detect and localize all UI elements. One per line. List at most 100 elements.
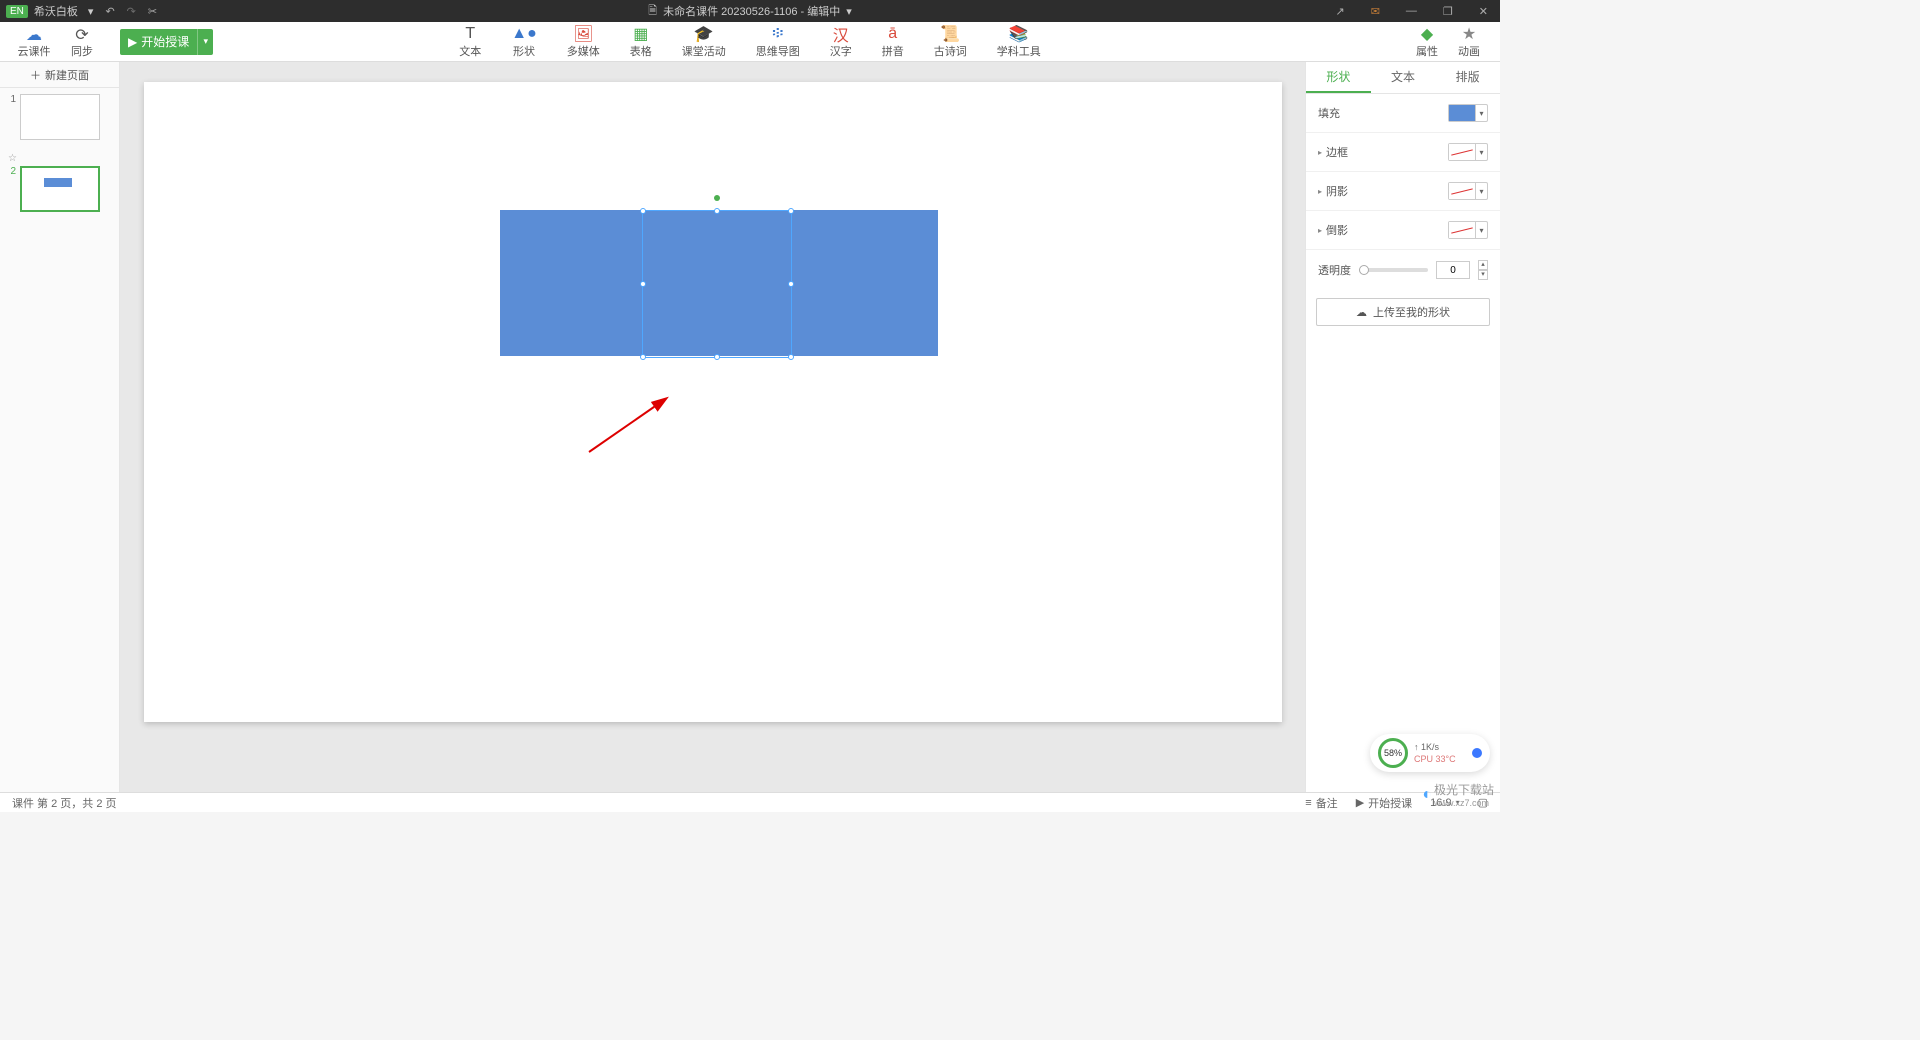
animation-icon: ★ [1462, 25, 1476, 43]
tool-activity[interactable]: 🎓课堂活动 [682, 25, 726, 59]
new-page-label: 新建页面 [45, 67, 89, 83]
resize-handle[interactable] [640, 281, 646, 287]
chevron-down-icon[interactable]: ▾ [1475, 183, 1487, 199]
border-label: 边框 [1326, 144, 1348, 160]
opacity-label: 透明度 [1318, 262, 1351, 278]
tool-subject[interactable]: 📚学科工具 [997, 25, 1041, 59]
sync-button[interactable]: ⟳ 同步 [58, 25, 106, 59]
slide-thumb-2[interactable]: 2 [6, 166, 113, 212]
document-icon: 🗎 [648, 2, 657, 21]
properties-panel: 形状 文本 排版 填充 ▾ ▸ 边框 ▾ ▸ 阴影 ▾ ▸倒影 ▾ 透明度 ▴▾ ☁… [1305, 62, 1500, 792]
upload-shape-button[interactable]: ☁ 上传至我的形状 [1316, 298, 1490, 326]
table-icon: ▦ [633, 25, 648, 43]
selection-box[interactable] [642, 210, 792, 358]
document-title: 未命名课件 20230526-1106 - 编辑中 [663, 3, 840, 19]
reflect-label: 倒影 [1326, 222, 1348, 238]
tool-text[interactable]: T文本 [459, 25, 481, 59]
resize-handle[interactable] [640, 354, 646, 360]
resize-handle[interactable] [788, 208, 794, 214]
app-dropdown[interactable]: ▾ [88, 5, 94, 18]
status-start-button[interactable]: ▶开始授课 [1356, 795, 1412, 811]
chevron-down-icon[interactable]: ▾ [1475, 105, 1487, 121]
multimedia-icon: 🖼 [573, 25, 593, 43]
slide-canvas[interactable] [144, 82, 1282, 722]
watermark-text: 极光下载站 [1434, 781, 1494, 798]
tab-layout[interactable]: 排版 [1435, 62, 1500, 93]
cloud-courseware-button[interactable]: ☁ 云课件 [10, 25, 58, 59]
annotation-arrow [584, 392, 684, 462]
animation-button[interactable]: ★动画 [1458, 25, 1480, 59]
page-info: 课件 第 2 页，共 2 页 [12, 795, 117, 811]
slide-number: 1 [6, 94, 16, 105]
cloud-icon: ☁ [26, 25, 42, 43]
resize-handle[interactable] [788, 354, 794, 360]
fill-row: 填充 ▾ [1306, 94, 1500, 133]
expand-icon: ▸ [1318, 187, 1322, 196]
redo-icon[interactable]: ↷ [127, 5, 136, 18]
tool-shape[interactable]: ▲●形状 [511, 25, 537, 59]
pinyin-icon: ā [888, 25, 897, 43]
slide-thumb-1[interactable]: 1 [6, 94, 113, 140]
opacity-stepper[interactable]: ▴▾ [1478, 260, 1488, 280]
mail-icon[interactable]: ✉ [1371, 5, 1380, 18]
new-page-button[interactable]: ＋ 新建页面 [0, 62, 119, 88]
watermark: ◐ 极光下载站 www.xz7.com [1422, 781, 1494, 808]
tool-hanzi[interactable]: 汉汉字 [830, 25, 852, 59]
fill-label: 填充 [1318, 105, 1340, 121]
perf-info: ↑ 1K/s CPU 33°C [1414, 741, 1456, 765]
app-badge: EN [6, 5, 28, 18]
shadow-row[interactable]: ▸ 阴影 ▾ [1306, 172, 1500, 211]
tool-multimedia[interactable]: 🖼多媒体 [567, 25, 600, 59]
resize-handle[interactable] [640, 208, 646, 214]
fill-swatch[interactable]: ▾ [1448, 104, 1488, 122]
expand-icon: ▸ [1318, 148, 1322, 157]
undo-icon[interactable]: ↶ [105, 5, 114, 18]
tool-table[interactable]: ▦表格 [630, 25, 652, 59]
play-icon: ▶ [1356, 796, 1364, 809]
close-icon[interactable]: ✕ [1479, 5, 1488, 18]
favorite-icon[interactable]: ☆ [8, 153, 17, 164]
tab-text[interactable]: 文本 [1371, 62, 1436, 93]
reflect-swatch[interactable]: ▾ [1448, 221, 1488, 239]
start-teach-dropdown[interactable]: ▾ [197, 29, 213, 55]
slide-preview [20, 94, 100, 140]
resize-handle[interactable] [788, 281, 794, 287]
shape-icon: ▲● [511, 25, 537, 43]
opacity-row: 透明度 ▴▾ [1306, 250, 1500, 290]
reflect-row[interactable]: ▸倒影 ▾ [1306, 211, 1500, 250]
chevron-down-icon[interactable]: ▾ [1475, 222, 1487, 238]
document-dropdown[interactable]: ▾ [846, 5, 852, 18]
tab-shape[interactable]: 形状 [1306, 62, 1371, 93]
properties-button[interactable]: ◆属性 [1416, 25, 1438, 59]
slider-knob[interactable] [1359, 265, 1369, 275]
plus-icon: ＋ [30, 67, 41, 83]
opacity-slider[interactable] [1359, 268, 1428, 272]
cut-icon[interactable]: ✂ [148, 5, 157, 18]
maximize-icon[interactable]: ❐ [1443, 5, 1453, 18]
border-swatch[interactable]: ▾ [1448, 143, 1488, 161]
cloud-upload-icon: ☁ [1356, 306, 1367, 319]
performance-widget[interactable]: 58% ↑ 1K/s CPU 33°C [1370, 734, 1490, 772]
minimize-icon[interactable]: — [1406, 5, 1417, 18]
tool-pinyin[interactable]: ā拼音 [882, 25, 904, 59]
opacity-input[interactable] [1436, 261, 1470, 279]
cpu-temp: CPU 33°C [1414, 753, 1456, 765]
tool-mindmap[interactable]: ፨思维导图 [756, 25, 800, 59]
shadow-swatch[interactable]: ▾ [1448, 182, 1488, 200]
properties-icon: ◆ [1421, 25, 1433, 43]
sync-label: 同步 [71, 43, 93, 59]
border-row[interactable]: ▸ 边框 ▾ [1306, 133, 1500, 172]
chevron-down-icon[interactable]: ▾ [1475, 144, 1487, 160]
resize-handle[interactable] [714, 208, 720, 214]
start-teach-button[interactable]: ▶ 开始授课 [120, 29, 197, 55]
notes-button[interactable]: ≡备注 [1305, 795, 1337, 811]
rotate-handle[interactable] [714, 195, 720, 201]
title-bar: EN 希沃白板 ▾ ↶ ↷ ✂ 🗎 未命名课件 20230526-1106 - … [0, 0, 1500, 22]
tool-poetry[interactable]: 📜古诗词 [934, 25, 967, 59]
mindmap-icon: ፨ [772, 25, 783, 43]
shadow-label: 阴影 [1326, 183, 1348, 199]
resize-handle[interactable] [714, 354, 720, 360]
share-icon[interactable]: ↗ [1335, 5, 1344, 18]
watermark-logo-icon: ◐ [1422, 786, 1432, 804]
slide-number: 2 [6, 166, 16, 177]
